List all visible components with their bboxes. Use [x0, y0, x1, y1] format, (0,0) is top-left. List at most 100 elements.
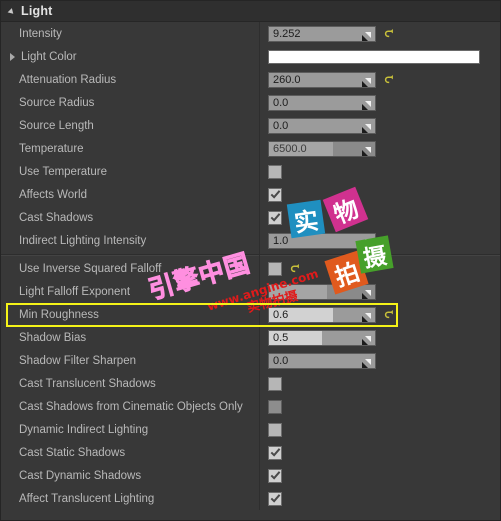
property-row: Dynamic Indirect Lighting: [1, 418, 500, 441]
property-row: Use Inverse Squared Falloff: [1, 257, 500, 280]
numeric-slider-field[interactable]: 260.0: [268, 71, 376, 88]
numeric-value[interactable]: 0.0: [269, 119, 288, 133]
property-label-wrap: Affects World: [1, 189, 259, 201]
numeric-value[interactable]: 1.0: [269, 234, 288, 248]
property-label-wrap: Source Length: [1, 120, 259, 132]
property-row: Indirect Lighting Intensity 1.0: [1, 229, 500, 252]
numeric-slider-field[interactable]: 0.0: [268, 94, 376, 111]
spinner-arrows-icon[interactable]: [361, 77, 372, 88]
numeric-value[interactable]: 0.6: [269, 308, 288, 322]
property-label: Cast Translucent Shadows: [19, 377, 156, 390]
property-control: 0.0: [259, 352, 500, 369]
checkbox[interactable]: [268, 210, 282, 225]
property-label-wrap: Shadow Bias: [1, 332, 259, 344]
checkbox[interactable]: [268, 164, 282, 179]
property-control: [259, 187, 500, 202]
checkbox[interactable]: [268, 422, 282, 437]
property-row: Cast Shadows: [1, 206, 500, 229]
checkbox[interactable]: [268, 468, 282, 483]
property-label: Light Falloff Exponent: [19, 285, 131, 298]
checkbox[interactable]: [268, 187, 282, 202]
property-row: Affect Translucent Lighting: [1, 487, 500, 510]
spinner-arrows-icon[interactable]: [361, 146, 372, 157]
property-control: [259, 399, 500, 414]
property-row: Cast Static Shadows: [1, 441, 500, 464]
section-separator: [1, 254, 500, 256]
checkbox[interactable]: [268, 261, 282, 276]
numeric-value[interactable]: 0.0: [269, 96, 288, 110]
property-label: Attenuation Radius: [19, 73, 117, 86]
reset-arrow-icon[interactable]: [384, 28, 396, 40]
reset-to-default-button[interactable]: [383, 73, 396, 87]
property-label: Shadow Bias: [19, 331, 87, 344]
property-control: 0.5: [259, 329, 500, 346]
numeric-slider-field[interactable]: 0.5: [268, 329, 376, 346]
chevron-right-icon[interactable]: [10, 52, 15, 61]
numeric-value[interactable]: 260.0: [269, 73, 301, 87]
spinner-arrows-icon[interactable]: [361, 100, 372, 111]
property-label-wrap: Source Radius: [1, 97, 259, 109]
numeric-slider-field[interactable]: 6500.0: [268, 140, 376, 157]
reset-arrow-icon[interactable]: [290, 263, 302, 275]
numeric-slider-field[interactable]: 0.6: [268, 306, 376, 323]
numeric-value[interactable]: 9.252: [269, 27, 301, 41]
property-control: 6500.0: [259, 140, 500, 157]
property-rows: Intensity 9.252 Light Color Attenuation Rad…: [1, 22, 500, 510]
numeric-slider-field[interactable]: 0.0: [268, 352, 376, 369]
property-control: 9.252: [259, 25, 500, 42]
property-label-wrap: Use Temperature: [1, 166, 259, 178]
numeric-slider-field[interactable]: 1.0: [268, 232, 376, 249]
spinner-arrows-icon[interactable]: [361, 289, 372, 300]
numeric-slider-field[interactable]: 0.0: [268, 117, 376, 134]
checkbox[interactable]: [268, 376, 282, 391]
property-control: [259, 491, 500, 506]
reset-to-default-button[interactable]: [383, 27, 396, 41]
spinner-arrows-icon[interactable]: [361, 31, 372, 42]
checkbox[interactable]: [268, 445, 282, 460]
numeric-value[interactable]: 0.5: [269, 331, 288, 345]
reset-to-default-button[interactable]: [383, 308, 396, 322]
property-row: Shadow Bias 0.5: [1, 326, 500, 349]
spinner-arrows-icon[interactable]: [361, 358, 372, 369]
checkbox[interactable]: [268, 491, 282, 506]
checkmark-icon: [270, 190, 280, 199]
property-label-wrap: Light Color: [1, 51, 259, 63]
reset-arrow-icon[interactable]: [384, 309, 396, 321]
property-control: 1.0: [259, 232, 500, 249]
numeric-slider-field[interactable]: 9.252: [268, 25, 376, 42]
color-swatch[interactable]: [268, 49, 480, 64]
triangle-down-icon[interactable]: [7, 7, 16, 16]
property-label: Temperature: [19, 142, 84, 155]
spinner-arrows-icon[interactable]: [361, 238, 372, 249]
checkbox[interactable]: [268, 399, 282, 414]
reset-arrow-icon[interactable]: [384, 74, 396, 86]
numeric-slider-field[interactable]: [268, 283, 376, 300]
property-label: Cast Shadows: [19, 211, 94, 224]
property-label: Intensity: [19, 27, 62, 40]
property-row: Temperature 6500.0: [1, 137, 500, 160]
property-label-wrap: Cast Shadows: [1, 212, 259, 224]
property-control: 0.6: [259, 306, 500, 323]
reset-to-default-button[interactable]: [289, 262, 302, 276]
property-control: [259, 261, 500, 276]
spinner-arrows-icon[interactable]: [361, 123, 372, 134]
property-label: Use Temperature: [19, 165, 107, 178]
checkmark-icon: [270, 471, 280, 480]
property-label-wrap: Cast Dynamic Shadows: [1, 470, 259, 482]
property-label: Affects World: [19, 188, 87, 201]
checkmark-icon: [270, 494, 280, 503]
property-label-wrap: Cast Static Shadows: [1, 447, 259, 459]
property-label-wrap: Dynamic Indirect Lighting: [1, 424, 259, 436]
property-row: Use Temperature: [1, 160, 500, 183]
property-control: [259, 468, 500, 483]
property-label-wrap: Temperature: [1, 143, 259, 155]
property-label: Source Length: [19, 119, 94, 132]
spinner-arrows-icon[interactable]: [361, 335, 372, 346]
spinner-arrows-icon[interactable]: [361, 312, 372, 323]
category-header-light[interactable]: Light: [1, 1, 500, 22]
numeric-value[interactable]: 0.0: [269, 354, 288, 368]
property-row: Cast Dynamic Shadows: [1, 464, 500, 487]
numeric-value[interactable]: 6500.0: [269, 142, 307, 156]
property-label: Indirect Lighting Intensity: [19, 234, 147, 247]
property-row: Min Roughness 0.6: [1, 303, 500, 326]
